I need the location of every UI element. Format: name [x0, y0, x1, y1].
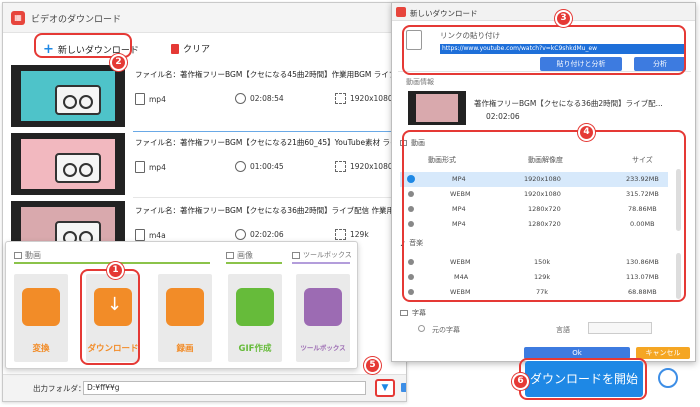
toolbox-section-underline	[292, 262, 350, 264]
start-download-button[interactable]: ダウンロードを開始	[525, 361, 643, 397]
cassette-icon	[55, 85, 101, 115]
file-name: ファイル名：著作権フリーBGM【クセになる21曲60_45】YouTube素材 …	[135, 138, 406, 147]
app-logo-icon: ▦	[11, 11, 25, 25]
callout-box-4	[402, 130, 686, 302]
clock-icon	[235, 161, 246, 172]
toolbox-section-icon	[292, 251, 300, 259]
clock-icon	[235, 229, 246, 240]
row-divider	[133, 197, 406, 198]
toolbox-tool[interactable]: ツールボックス	[296, 274, 350, 362]
resolution-icon	[335, 229, 346, 240]
gif-tool[interactable]: GIF作成	[228, 274, 282, 362]
dialog-logo-icon	[396, 7, 406, 17]
language-label: 言語	[556, 326, 570, 334]
image-section-icon	[226, 252, 234, 259]
video-info-label: 動画情報	[406, 78, 434, 86]
dialog-video-title: 著作権フリーBGM【クセになる36曲2時間】ライブ配...	[474, 99, 663, 108]
callout-badge-5: 5	[364, 357, 381, 374]
window-title: ビデオのダウンロード	[31, 15, 122, 25]
video-thumbnail	[11, 133, 125, 195]
video-section-icon	[14, 252, 22, 259]
image-section-label: 画像	[226, 250, 253, 261]
original-subtitle-label: 元の字幕	[432, 326, 460, 334]
language-select[interactable]	[588, 322, 652, 334]
original-subtitle-radio[interactable]	[418, 325, 425, 332]
convert-tool[interactable]: 変換	[14, 274, 68, 362]
cc-icon	[400, 310, 408, 316]
file-icon	[135, 229, 145, 241]
file-resolution: 1920x1080	[335, 93, 393, 104]
callout-badge-4: 4	[578, 124, 595, 141]
file-format: mp4	[135, 161, 166, 173]
file-resolution: 129k	[335, 229, 369, 240]
resolution-icon	[335, 161, 346, 172]
callout-badge-3: 3	[555, 10, 572, 27]
file-format: m4a	[135, 229, 166, 241]
folder-dropdown-button[interactable]: ▼	[375, 379, 395, 397]
gif-label: GIF作成	[238, 344, 272, 354]
file-name: ファイル名：著作権フリーBGM【クセになる36曲2時間】ライブ配信 作業用 勉強…	[135, 206, 407, 215]
clock-icon	[235, 93, 246, 104]
video-section-label: 動画	[14, 250, 41, 261]
output-bar: 出力フォルダ： D:¥ff¥¥g ▼	[3, 374, 406, 401]
clear-button[interactable]: クリア	[171, 42, 210, 55]
file-name: ファイル名：著作権フリーBGM【クセになる45曲2時間】作業用BGM ライブ配信…	[135, 70, 406, 79]
dialog-title-bar: 新しいダウンロード	[392, 3, 695, 21]
toolbox-icon	[304, 288, 342, 326]
cassette-icon	[55, 153, 101, 183]
callout-badge-6: 6	[512, 373, 529, 390]
dialog-title: 新しいダウンロード	[410, 9, 478, 18]
open-folder-icon[interactable]	[401, 383, 406, 392]
file-icon	[135, 93, 145, 105]
callout-badge-2: 2	[110, 54, 127, 71]
file-duration: 01:00:45	[235, 161, 284, 172]
record-tool[interactable]: 録画	[158, 274, 212, 362]
output-folder-label: 出力フォルダ：	[33, 384, 86, 393]
file-format: mp4	[135, 93, 166, 105]
toolbox-label: ツールボックス	[300, 344, 346, 352]
callout-box-3	[402, 25, 686, 75]
cancel-button[interactable]: キャンセル	[636, 347, 690, 359]
monitor-icon	[166, 288, 204, 326]
file-icon	[135, 161, 145, 173]
file-duration: 02:08:54	[235, 93, 284, 104]
image-section-underline	[226, 262, 282, 264]
file-row[interactable]: ファイル名：著作権フリーBGM【クセになる21曲60_45】YouTube素材 …	[3, 131, 406, 197]
video-thumbnail	[11, 65, 125, 127]
output-folder-input[interactable]: D:¥ff¥¥g	[83, 381, 366, 395]
resolution-icon	[335, 93, 346, 104]
image-icon	[236, 288, 274, 326]
dialog-video-duration: 02:02:06	[486, 112, 520, 121]
film-icon	[22, 288, 60, 326]
convert-label: 変換	[32, 344, 50, 354]
subtitle-section: 字幕	[400, 308, 426, 318]
file-resolution: 1920x1080	[335, 161, 393, 172]
dialog-thumbnail	[408, 91, 466, 125]
file-duration: 02:02:06	[235, 229, 284, 240]
callout-box-1	[80, 269, 140, 365]
trash-icon	[171, 43, 179, 54]
callout-badge-1: 1	[107, 262, 124, 279]
title-bar: ▦ ビデオのダウンロード	[3, 3, 406, 33]
clear-label: クリア	[183, 45, 211, 55]
toolbox-section-label: ツールボックス	[292, 250, 352, 260]
record-label: 録画	[176, 344, 194, 354]
toolbox-popup: 動画 画像 ツールボックス 変換 ↓ ダウンロード 録画 GIF作成 ツールボッ…	[5, 241, 358, 369]
alarm-clock-icon[interactable]	[658, 368, 678, 388]
file-row[interactable]: ファイル名：著作権フリーBGM【クセになる45曲2時間】作業用BGM ライブ配信…	[3, 63, 406, 129]
